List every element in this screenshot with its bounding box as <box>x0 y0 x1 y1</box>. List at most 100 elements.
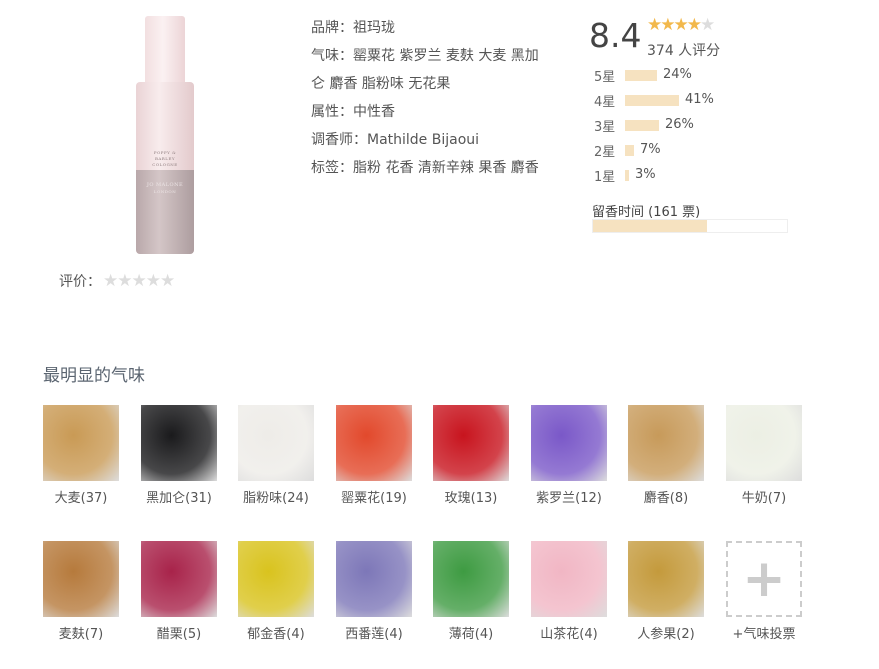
product-image: POPPY & BARLEY COLOGNE JO MALONE LONDON <box>136 16 194 254</box>
tulip-photo[interactable] <box>238 541 314 617</box>
user-rating: 评价： ★★★★★ <box>59 271 175 291</box>
scent-label[interactable]: 薄荷(4) <box>433 623 509 642</box>
distribution-label: 4星 <box>594 95 616 110</box>
notes-label: 气味： <box>311 48 353 64</box>
distribution-bar <box>625 70 657 81</box>
scent-label[interactable]: 玫瑰(13) <box>433 487 509 506</box>
distribution-pct: 3% <box>635 167 656 182</box>
perfume-info: 品牌：祖玛珑 气味：罂粟花 紫罗兰 麦麸 大麦 黑加 仑 麝香 脂粉味 无花果 … <box>311 14 561 182</box>
brand-label: 品牌： <box>311 20 353 36</box>
scent-item[interactable]: 玫瑰(13) <box>433 405 509 506</box>
scent-label[interactable]: 麝香(8) <box>628 487 704 506</box>
add-scent-vote[interactable]: + +气味投票 <box>726 541 802 642</box>
scent-label[interactable]: 郁金香(4) <box>238 623 314 642</box>
user-rating-stars[interactable]: ★★★★★ <box>103 271 175 291</box>
section-title: 最明显的气味 <box>43 366 145 386</box>
add-scent-button[interactable]: + <box>726 541 802 617</box>
scent-item[interactable]: 罂粟花(19) <box>336 405 412 506</box>
tags-label: 标签： <box>311 160 353 176</box>
attr-value[interactable]: 中性香 <box>353 104 395 120</box>
notes-value-2[interactable]: 仑 麝香 脂粉味 无花果 <box>311 76 450 92</box>
notes-value-1[interactable]: 罂粟花 紫罗兰 麦麸 大麦 黑加 <box>353 48 539 64</box>
barley-photo[interactable] <box>43 405 119 481</box>
distribution-bar <box>625 170 629 181</box>
scent-item[interactable]: 薄荷(4) <box>433 541 509 642</box>
distribution-bar <box>625 145 634 156</box>
scent-label[interactable]: 西番莲(4) <box>336 623 412 642</box>
info-tags: 标签：脂粉 花香 清新辛辣 果香 麝香 <box>311 154 561 182</box>
distribution-row: 4星 41% <box>594 91 794 116</box>
info-notes: 气味：罂粟花 紫罗兰 麦麸 大麦 黑加 <box>311 42 561 70</box>
distribution-bar <box>625 120 659 131</box>
powder-photo[interactable] <box>238 405 314 481</box>
distribution-pct: 7% <box>640 142 661 157</box>
scent-label[interactable]: 人参果(2) <box>628 623 704 642</box>
scent-item[interactable]: 麝香(8) <box>628 405 704 506</box>
bottle-label-name-2: BARLEY <box>154 156 176 161</box>
bottle-cap <box>145 16 185 84</box>
scent-label[interactable]: 脂粉味(24) <box>238 487 314 506</box>
scent-label[interactable]: 黑加仑(31) <box>141 487 217 506</box>
longevity-label: 留香时间 (161 票) <box>592 205 701 220</box>
rose-photo[interactable] <box>433 405 509 481</box>
info-attr: 属性：中性香 <box>311 98 561 126</box>
scent-label[interactable]: 麦麸(7) <box>43 623 119 642</box>
sapodilla-photo[interactable] <box>628 541 704 617</box>
tags-value[interactable]: 脂粉 花香 清新辛辣 果香 麝香 <box>353 160 539 176</box>
blackcurrant-photo[interactable] <box>141 405 217 481</box>
camellia-photo[interactable] <box>531 541 607 617</box>
bottle-label-name-1: POPPY & <box>153 150 177 155</box>
info-notes-cont: 仑 麝香 脂粉味 无花果 <box>311 70 561 98</box>
score-star-icon: ★ <box>700 15 715 35</box>
bottle-body: POPPY & BARLEY COLOGNE JO MALONE LONDON <box>136 82 194 254</box>
longevity-fill <box>593 220 707 232</box>
mint-photo[interactable] <box>433 541 509 617</box>
musk-deer-photo[interactable] <box>628 405 704 481</box>
distribution-pct: 41% <box>685 92 714 107</box>
distribution-pct: 26% <box>665 117 694 132</box>
scent-label[interactable]: 大麦(37) <box>43 487 119 506</box>
scent-item[interactable]: 西番莲(4) <box>336 541 412 642</box>
scent-item[interactable]: 黑加仑(31) <box>141 405 217 506</box>
attr-label: 属性： <box>311 104 353 120</box>
poppy-photo[interactable] <box>336 405 412 481</box>
passionflower-photo[interactable] <box>336 541 412 617</box>
perfumer-value[interactable]: Mathilde Bijaoui <box>367 132 479 148</box>
scent-item[interactable]: 大麦(37) <box>43 405 119 506</box>
scent-item[interactable]: 郁金香(4) <box>238 541 314 642</box>
gooseberry-photo[interactable] <box>141 541 217 617</box>
scent-label[interactable]: 紫罗兰(12) <box>531 487 607 506</box>
info-brand: 品牌：祖玛珑 <box>311 14 561 42</box>
scent-item[interactable]: 牛奶(7) <box>726 405 802 506</box>
violet-photo[interactable] <box>531 405 607 481</box>
distribution-row: 2星 7% <box>594 141 794 166</box>
scent-item[interactable]: 人参果(2) <box>628 541 704 642</box>
score-star-icon: ★ <box>647 15 662 35</box>
scent-item[interactable]: 山茶花(4) <box>531 541 607 642</box>
score-value: 8.4 <box>589 16 642 55</box>
score-star-icon: ★ <box>686 15 702 35</box>
brand-value[interactable]: 祖玛珑 <box>353 20 395 36</box>
distribution-label: 1星 <box>594 170 616 185</box>
longevity-track[interactable] <box>592 219 788 233</box>
distribution-row: 5星 24% <box>594 66 794 91</box>
user-rating-label: 评价： <box>59 274 101 290</box>
rating-distribution: 5星 24% 4星 41% 3星 26% 2星 7% 1星 3% <box>594 66 794 191</box>
bottle-label-name-3: COLOGNE <box>152 162 178 167</box>
distribution-pct: 24% <box>663 67 692 82</box>
milk-photo[interactable] <box>726 405 802 481</box>
scent-item[interactable]: 紫罗兰(12) <box>531 405 607 506</box>
perfumer-label: 调香师： <box>311 132 367 148</box>
scent-label[interactable]: 罂粟花(19) <box>336 487 412 506</box>
scent-item[interactable]: 麦麸(7) <box>43 541 119 642</box>
scent-item[interactable]: 醋栗(5) <box>141 541 217 642</box>
scent-label[interactable]: 醋栗(5) <box>141 623 217 642</box>
plus-icon: + <box>742 549 786 609</box>
scent-label[interactable]: 山茶花(4) <box>531 623 607 642</box>
bran-photo[interactable] <box>43 541 119 617</box>
add-scent-label[interactable]: +气味投票 <box>726 623 802 642</box>
scent-label[interactable]: 牛奶(7) <box>726 487 802 506</box>
score-star-icon: ★ <box>673 15 689 35</box>
distribution-label: 5星 <box>594 70 616 85</box>
scent-item[interactable]: 脂粉味(24) <box>238 405 314 506</box>
